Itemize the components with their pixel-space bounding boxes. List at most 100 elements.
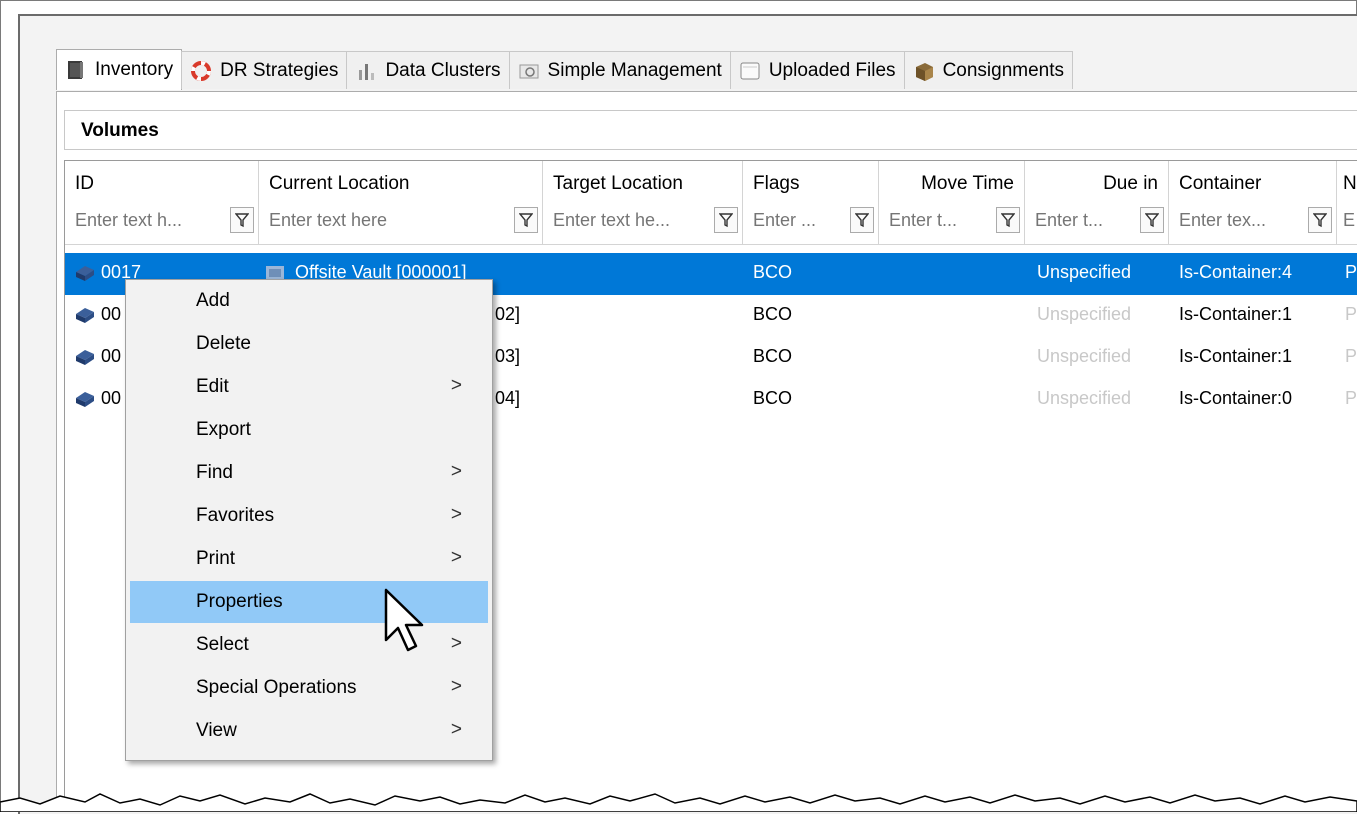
torn-edge-decoration (0, 793, 1357, 812)
tab-simple-management[interactable]: Simple Management (508, 51, 731, 89)
row-current-location: 03] (495, 346, 521, 366)
filter-input-flags[interactable] (749, 205, 844, 235)
column-title: Target Location (553, 173, 683, 194)
menu-item-label: Special Operations (196, 677, 357, 698)
filter-input-n[interactable] (1339, 205, 1357, 235)
tab-label: Inventory (95, 59, 174, 80)
volume-tape-icon (73, 386, 97, 410)
filter-row-cell (543, 203, 742, 239)
row-due-in: Unspecified (1037, 388, 1132, 408)
filter-funnel-icon[interactable] (996, 207, 1020, 233)
row-id: 00 (101, 388, 122, 408)
tab-inventory[interactable]: Inventory (56, 49, 183, 90)
menu-item-label: Properties (196, 591, 283, 612)
row-extra: P (1345, 388, 1357, 408)
submenu-arrow-icon: > (450, 676, 462, 697)
uploaded-files-icon (739, 60, 761, 82)
column-header-due-in[interactable]: Due in (1025, 161, 1169, 245)
row-container: Is-Container:1 (1179, 346, 1293, 366)
column-title: Flags (753, 173, 800, 194)
menu-item-add[interactable]: Add (130, 280, 488, 322)
row-flags: BCO (753, 304, 793, 324)
row-due-in: Unspecified (1037, 262, 1132, 282)
section-title: Volumes (81, 120, 159, 141)
submenu-arrow-icon: > (450, 375, 462, 396)
filter-row-cell (1025, 203, 1168, 239)
menu-item-label: View (196, 720, 237, 741)
menu-item-favorites[interactable]: Favorites > (130, 495, 488, 537)
column-header-current-location[interactable]: Current Location (259, 161, 543, 245)
submenu-arrow-icon: > (450, 461, 462, 482)
tab-label: Simple Management (547, 59, 722, 81)
filter-input-move-time[interactable] (885, 205, 990, 235)
tab-uploaded-files[interactable]: Uploaded Files (729, 51, 905, 89)
column-header-id[interactable]: ID (65, 161, 259, 245)
row-extra: P (1345, 346, 1357, 366)
tab-data-clusters[interactable]: Data Clusters (346, 51, 510, 89)
row-container: Is-Container:0 (1179, 388, 1293, 408)
filter-input-current-location[interactable] (265, 205, 508, 235)
menu-item-select[interactable]: Select > (130, 624, 488, 666)
submenu-arrow-icon: > (450, 633, 462, 654)
filter-input-container[interactable] (1175, 205, 1302, 235)
tab-strip: Inventory DR Strategies Data Clusters Si… (56, 49, 1074, 91)
volume-tape-icon (73, 260, 97, 284)
filter-funnel-icon[interactable] (850, 207, 874, 233)
row-id: 00 (101, 346, 122, 366)
filter-row-cell (259, 203, 542, 239)
menu-item-special-operations[interactable]: Special Operations > (130, 667, 488, 709)
column-title: Container (1179, 173, 1262, 194)
menu-item-label: Edit (196, 376, 229, 397)
mouse-pointer-icon (384, 588, 424, 652)
filter-funnel-icon[interactable] (1140, 207, 1164, 233)
column-header-n[interactable]: N (1337, 161, 1357, 245)
row-flags: BCO (753, 262, 793, 282)
row-extra: P (1345, 304, 1357, 324)
filter-row-cell (65, 203, 258, 239)
menu-item-find[interactable]: Find > (130, 452, 488, 494)
menu-item-edit[interactable]: Edit > (130, 366, 488, 408)
menu-item-label: Print (196, 548, 236, 569)
filter-input-due-in[interactable] (1031, 205, 1134, 235)
filter-row-cell (1169, 203, 1336, 239)
menu-item-print[interactable]: Print > (130, 538, 488, 580)
row-flags: BCO (753, 388, 793, 408)
tab-consignments[interactable]: Consignments (903, 51, 1074, 89)
inventory-book-icon (65, 59, 87, 81)
menu-item-view[interactable]: View > (130, 710, 488, 752)
data-clusters-icon (355, 60, 377, 82)
row-container: Is-Container:1 (1179, 304, 1293, 324)
tab-dr-strategies[interactable]: DR Strategies (181, 51, 348, 89)
menu-item-delete[interactable]: Delete (130, 323, 488, 365)
filter-funnel-icon[interactable] (514, 207, 538, 233)
submenu-arrow-icon: > (450, 547, 462, 568)
filter-input-id[interactable] (71, 205, 224, 235)
lifebuoy-icon (190, 60, 212, 82)
column-title: ID (75, 173, 94, 194)
column-title: Due in (1103, 173, 1158, 194)
column-header-target-location[interactable]: Target Location (543, 161, 743, 245)
row-flags: BCO (753, 346, 793, 366)
menu-item-properties[interactable]: Properties (130, 581, 488, 623)
tab-label: DR Strategies (220, 59, 339, 81)
filter-funnel-icon[interactable] (714, 207, 738, 233)
volume-tape-icon (73, 302, 97, 326)
tab-label: Uploaded Files (768, 59, 896, 81)
menu-item-label: Add (196, 290, 230, 311)
menu-item-label: Export (196, 419, 251, 440)
menu-item-export[interactable]: Export (130, 409, 488, 451)
row-extra: P (1345, 262, 1357, 282)
submenu-arrow-icon: > (450, 504, 462, 525)
filter-input-target-location[interactable] (549, 205, 708, 235)
row-due-in: Unspecified (1037, 346, 1132, 366)
filter-funnel-icon[interactable] (230, 207, 254, 233)
box-icon (913, 60, 935, 82)
column-title: N (1343, 173, 1357, 194)
menu-item-label: Select (196, 634, 249, 655)
column-header-container[interactable]: Container (1169, 161, 1337, 245)
filter-row-cell (879, 203, 1024, 239)
column-header-flags[interactable]: Flags (743, 161, 879, 245)
row-current-location: 04] (495, 388, 521, 408)
filter-funnel-icon[interactable] (1308, 207, 1332, 233)
column-header-move-time[interactable]: Move Time (879, 161, 1025, 245)
